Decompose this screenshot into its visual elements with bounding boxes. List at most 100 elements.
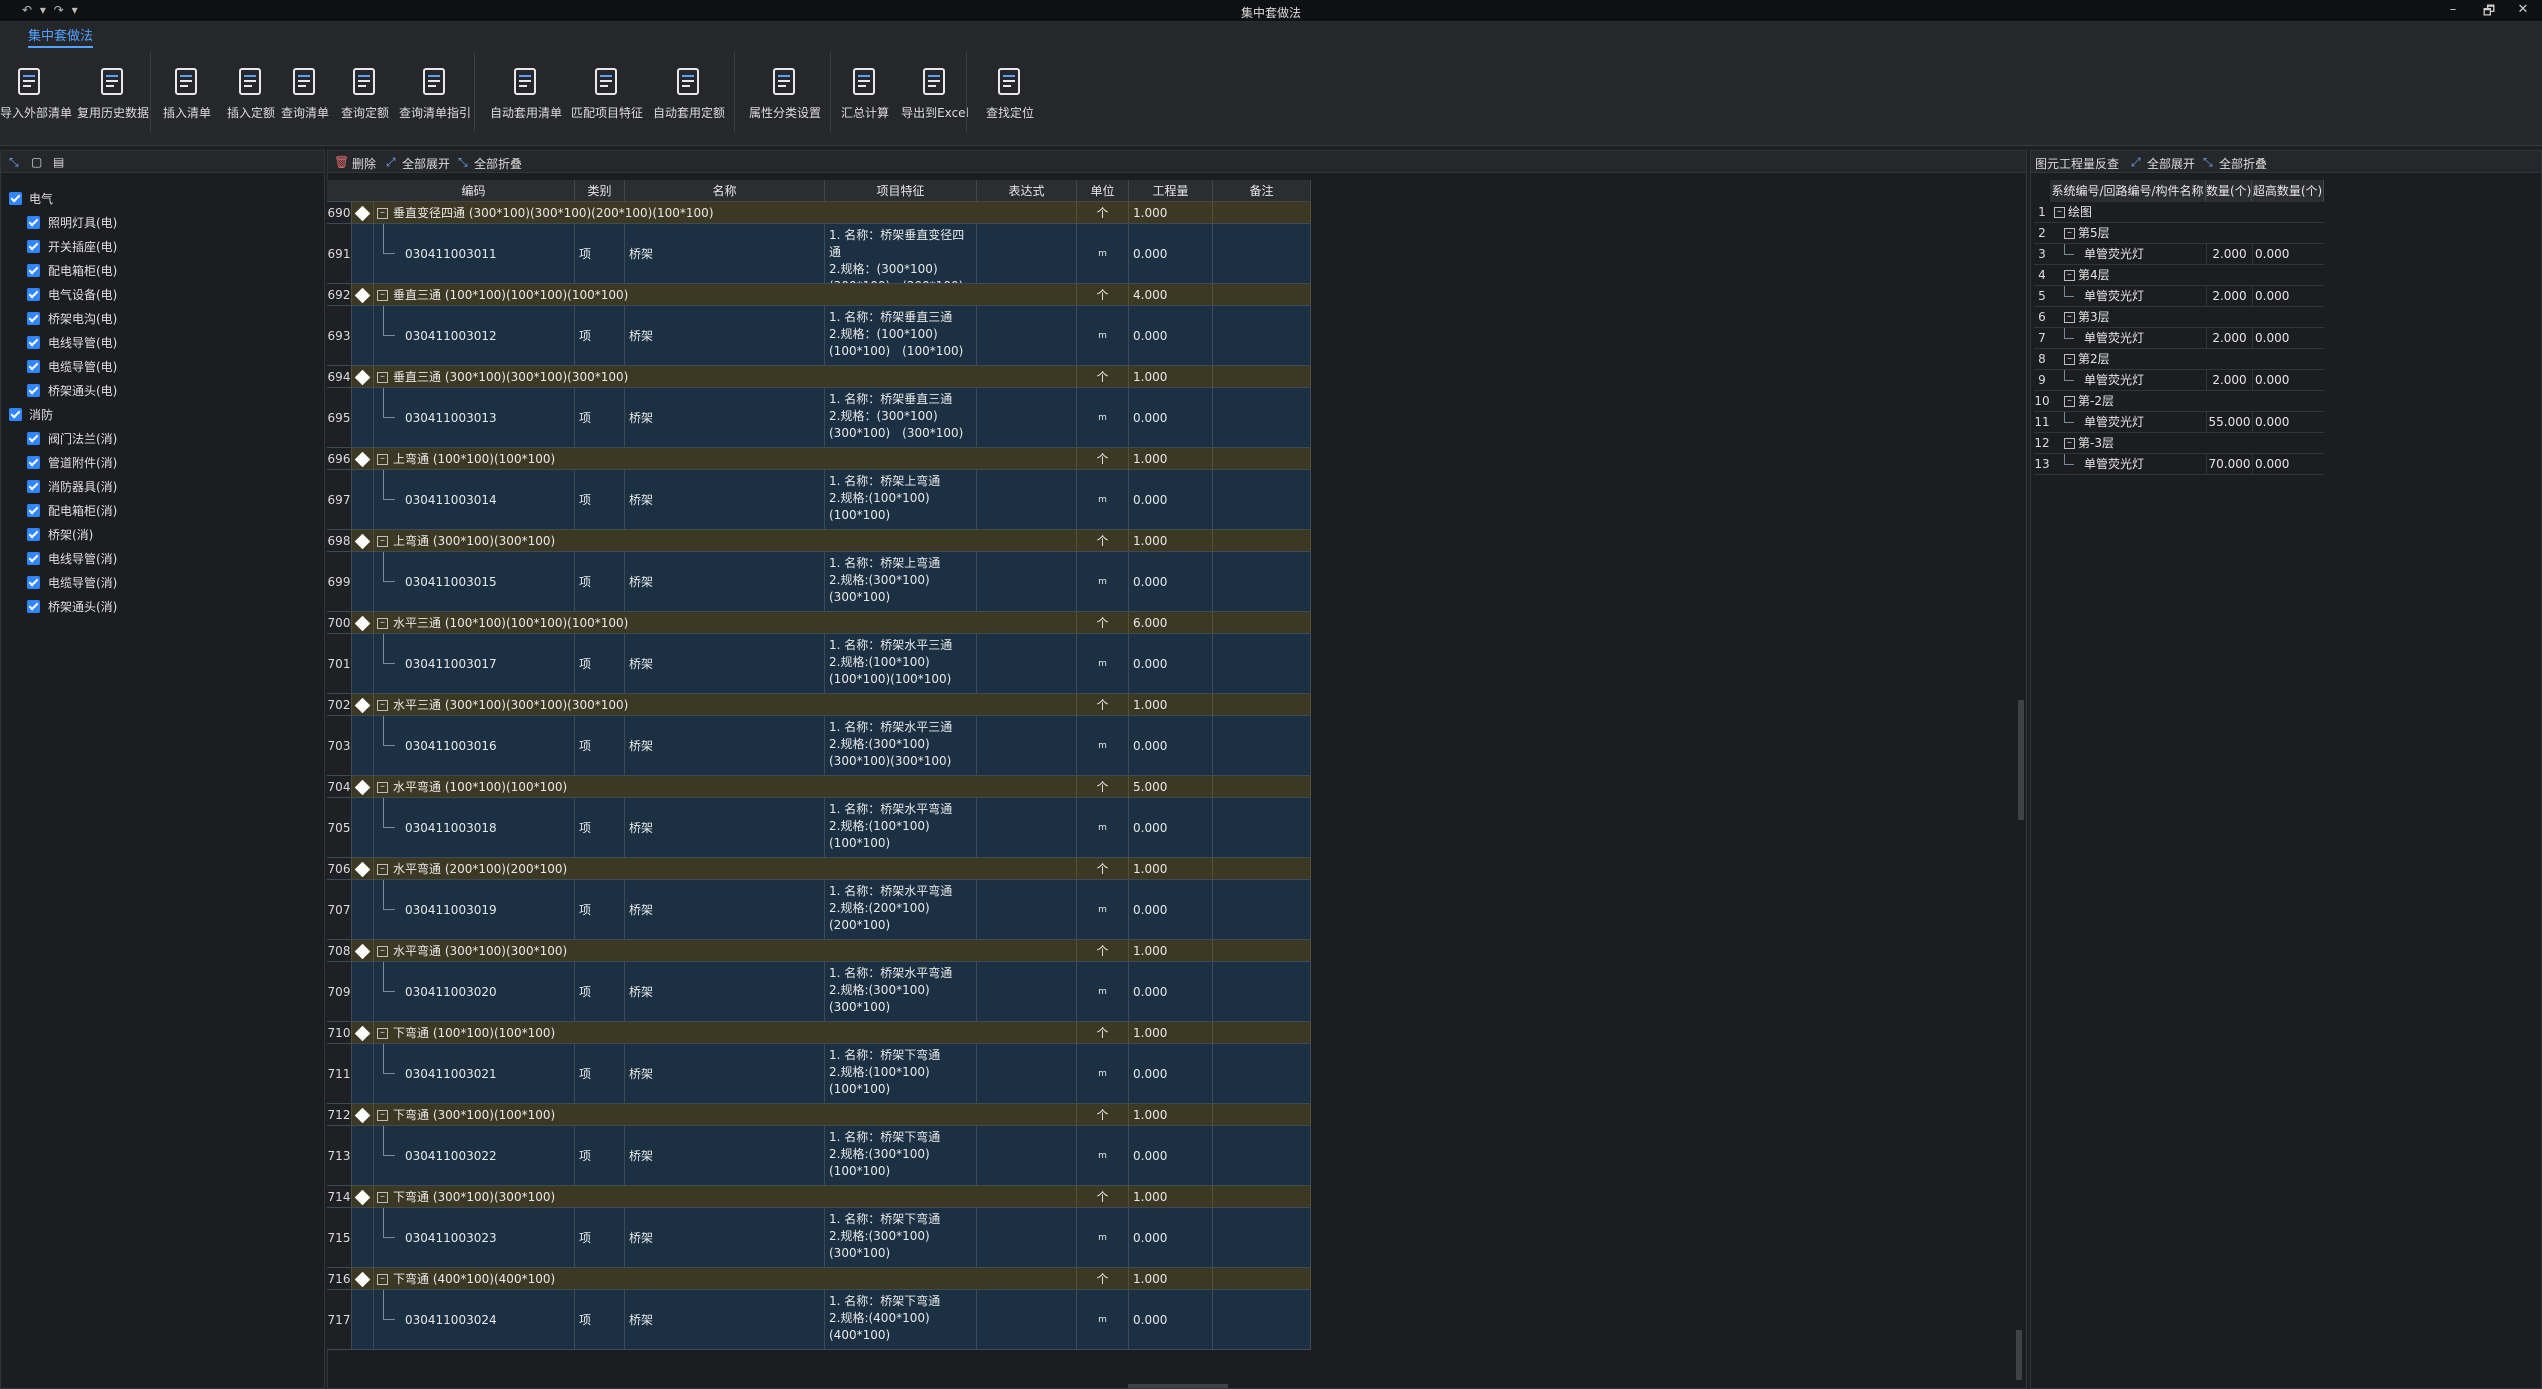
group-row[interactable]: 698 – 上弯通 (300*100)(300*100) 个 1.000 xyxy=(327,530,1311,552)
quantity-cell[interactable]: 0.000 xyxy=(1129,388,1213,447)
checkbox[interactable] xyxy=(27,288,40,301)
checkbox[interactable] xyxy=(27,312,40,325)
ribbon-button-1[interactable]: 导入外部清单 xyxy=(0,48,72,134)
tree-item[interactable]: 桥架(消) xyxy=(1,523,321,547)
feature-cell[interactable]: 1. 名称：桥架上弯通 2.规格:(100*100) (100*100) xyxy=(825,470,977,529)
group-row[interactable]: 690 – 垂直变径四通 (300*100)(300*100)(200*100)(1… xyxy=(327,202,1311,224)
right-splitter-handle[interactable] xyxy=(2018,700,2024,820)
quantity-cell[interactable]: 1.000 xyxy=(1129,202,1213,223)
table-row[interactable]: 693 030411003012 项桥架 1. 名称：桥架垂直三通 2.规格：(100… xyxy=(327,306,1311,366)
quantity-cell[interactable]: 1.000 xyxy=(1129,448,1213,469)
collapse-toggle-icon[interactable]: – xyxy=(377,617,388,629)
quantity-cell[interactable]: 0.000 xyxy=(1129,962,1213,1021)
collapse-toggle-icon[interactable]: – xyxy=(377,1273,388,1285)
remark-cell[interactable] xyxy=(1213,694,1311,715)
quantity-cell[interactable]: 0.000 xyxy=(1129,798,1213,857)
ribbon-button-12[interactable]: 汇总计算 xyxy=(836,48,894,134)
collapse-icon[interactable]: ⤡ xyxy=(9,155,19,170)
group-row[interactable]: 710 – 下弯通 (100*100)(100*100) 个 1.000 xyxy=(327,1022,1311,1044)
right-table-row[interactable]: 5 单管荧光灯 2.000 0.000 xyxy=(2034,286,2324,307)
collapse-toggle-icon[interactable]: – xyxy=(377,207,388,219)
checkbox[interactable] xyxy=(27,456,40,469)
quantity-cell[interactable]: 0.000 xyxy=(1129,1290,1213,1349)
quantity-cell[interactable]: 1.000 xyxy=(1129,940,1213,961)
ribbon-button-10[interactable]: 自动套用定额 xyxy=(650,48,728,134)
collapse-toggle-icon[interactable]: – xyxy=(2064,270,2075,281)
remark-cell[interactable] xyxy=(1213,1044,1311,1103)
right-table-row[interactable]: 9 单管荧光灯 2.000 0.000 xyxy=(2034,370,2324,391)
ribbon-button-9[interactable]: 匹配项目特征 xyxy=(568,48,646,134)
remark-cell[interactable] xyxy=(1213,306,1311,365)
list-icon[interactable]: ▤ xyxy=(53,155,64,169)
close-button[interactable]: ✕ xyxy=(2510,2,2536,17)
feature-cell[interactable]: 1. 名称：桥架水平三通 2.规格:(100*100) (100*100)(10… xyxy=(825,634,977,693)
filter-icon[interactable]: ▢ xyxy=(31,155,42,169)
tree-item[interactable]: 电线导管(消) xyxy=(1,547,321,571)
vertical-scrollbar-thumb[interactable] xyxy=(2016,1330,2022,1380)
table-row[interactable]: 711 030411003021 项桥架 1. 名称：桥架下弯通 2.规格:(100*… xyxy=(327,1044,1311,1104)
collapse-toggle-icon[interactable]: – xyxy=(377,371,388,383)
minimize-button[interactable]: – xyxy=(2440,2,2466,17)
expression-cell[interactable] xyxy=(977,1126,1077,1185)
table-row[interactable]: 705 030411003018 项桥架 1. 名称：桥架水平弯通 2.规格:(100… xyxy=(327,798,1311,858)
table-row[interactable]: 709 030411003020 项桥架 1. 名称：桥架水平弯通 2.规格:(300… xyxy=(327,962,1311,1022)
checkbox[interactable] xyxy=(27,576,40,589)
delete-button[interactable]: 删除 xyxy=(352,155,376,172)
right-table-row[interactable]: 4 – 第4层 xyxy=(2034,265,2324,286)
quantity-cell[interactable]: 1.000 xyxy=(1129,530,1213,551)
collapse-toggle-icon[interactable]: – xyxy=(377,1191,388,1203)
feature-cell[interactable]: 1. 名称：桥架垂直三通 2.规格：(300*100)(300*100) (30… xyxy=(825,388,977,447)
ribbon-button-7[interactable]: 查询清单指引 xyxy=(396,48,474,134)
remark-cell[interactable] xyxy=(1213,224,1311,283)
collapse-toggle-icon[interactable]: – xyxy=(377,699,388,711)
checkbox[interactable] xyxy=(27,432,40,445)
right-header-col-1[interactable]: 系统编号/回路编号/构件名称 xyxy=(2050,180,2206,202)
checkbox[interactable] xyxy=(27,528,40,541)
expression-cell[interactable] xyxy=(977,224,1077,283)
feature-cell[interactable]: 1. 名称：桥架下弯通 2.规格:(400*100) (400*100) xyxy=(825,1290,977,1349)
expression-cell[interactable] xyxy=(977,552,1077,611)
remark-cell[interactable] xyxy=(1213,634,1311,693)
remark-cell[interactable] xyxy=(1213,1022,1311,1043)
collapse-toggle-icon[interactable]: – xyxy=(2064,354,2075,365)
checkbox[interactable] xyxy=(27,480,40,493)
quantity-cell[interactable]: 5.000 xyxy=(1129,776,1213,797)
table-row[interactable]: 717 030411003024 项桥架 1. 名称：桥架下弯通 2.规格:(400*… xyxy=(327,1290,1311,1350)
collapse-toggle-icon[interactable]: – xyxy=(377,781,388,793)
collapse-all-button[interactable]: 全部折叠 xyxy=(474,155,522,172)
expression-cell[interactable] xyxy=(977,1290,1077,1349)
table-row[interactable]: 697 030411003014 项桥架 1. 名称：桥架上弯通 2.规格:(100*… xyxy=(327,470,1311,530)
ribbon-button-3[interactable]: 插入清单 xyxy=(162,48,212,134)
header-col-code[interactable]: 编码 xyxy=(373,180,575,202)
remark-cell[interactable] xyxy=(1213,388,1311,447)
ribbon-button-6[interactable]: 查询定额 xyxy=(340,48,390,134)
group-row[interactable]: 712 – 下弯通 (300*100)(100*100) 个 1.000 xyxy=(327,1104,1311,1126)
header-col-remark[interactable]: 备注 xyxy=(1213,180,1311,202)
feature-cell[interactable]: 1. 名称：桥架下弯通 2.规格:(100*100) (100*100) xyxy=(825,1044,977,1103)
quantity-cell[interactable]: 0.000 xyxy=(1129,634,1213,693)
header-col-unit[interactable]: 单位 xyxy=(1077,180,1129,202)
quantity-cell[interactable]: 0.000 xyxy=(1129,1044,1213,1103)
checkbox[interactable] xyxy=(27,384,40,397)
group-row[interactable]: 694 – 垂直三通 (300*100)(300*100)(300*100) 个 1.0… xyxy=(327,366,1311,388)
trash-icon[interactable]: 🗑 xyxy=(334,155,349,169)
ribbon-button-13[interactable]: 导出到Excel xyxy=(894,48,976,134)
right-header-col-2[interactable]: 数量(个) xyxy=(2206,180,2252,202)
table-row[interactable]: 713 030411003022 项桥架 1. 名称：桥架下弯通 2.规格:(300*… xyxy=(327,1126,1311,1186)
table-row[interactable]: 691 030411003011 项桥架 1. 名称：桥架垂直变径四通 2.规格：(3… xyxy=(327,224,1311,284)
tree-item[interactable]: 照明灯具(电) xyxy=(1,211,321,235)
checkbox[interactable] xyxy=(27,504,40,517)
remark-cell[interactable] xyxy=(1213,798,1311,857)
table-row[interactable]: 701 030411003017 项桥架 1. 名称：桥架水平三通 2.规格:(100… xyxy=(327,634,1311,694)
quantity-cell[interactable]: 1.000 xyxy=(1129,694,1213,715)
tree-item[interactable]: 电缆导管(电) xyxy=(1,355,321,379)
quantity-cell[interactable]: 1.000 xyxy=(1129,366,1213,387)
quantity-cell[interactable]: 0.000 xyxy=(1129,1208,1213,1267)
remark-cell[interactable] xyxy=(1213,366,1311,387)
expression-cell[interactable] xyxy=(977,470,1077,529)
quantity-cell[interactable]: 0.000 xyxy=(1129,1126,1213,1185)
collapse-toggle-icon[interactable]: – xyxy=(2064,438,2075,449)
feature-cell[interactable]: 1. 名称：桥架垂直变径四通 2.规格：(300*100)(300*100) (… xyxy=(825,224,977,283)
tree-item[interactable]: 配电箱柜(消) xyxy=(1,499,321,523)
group-row[interactable]: 700 – 水平三通 (100*100)(100*100)(100*100) 个 6.0… xyxy=(327,612,1311,634)
